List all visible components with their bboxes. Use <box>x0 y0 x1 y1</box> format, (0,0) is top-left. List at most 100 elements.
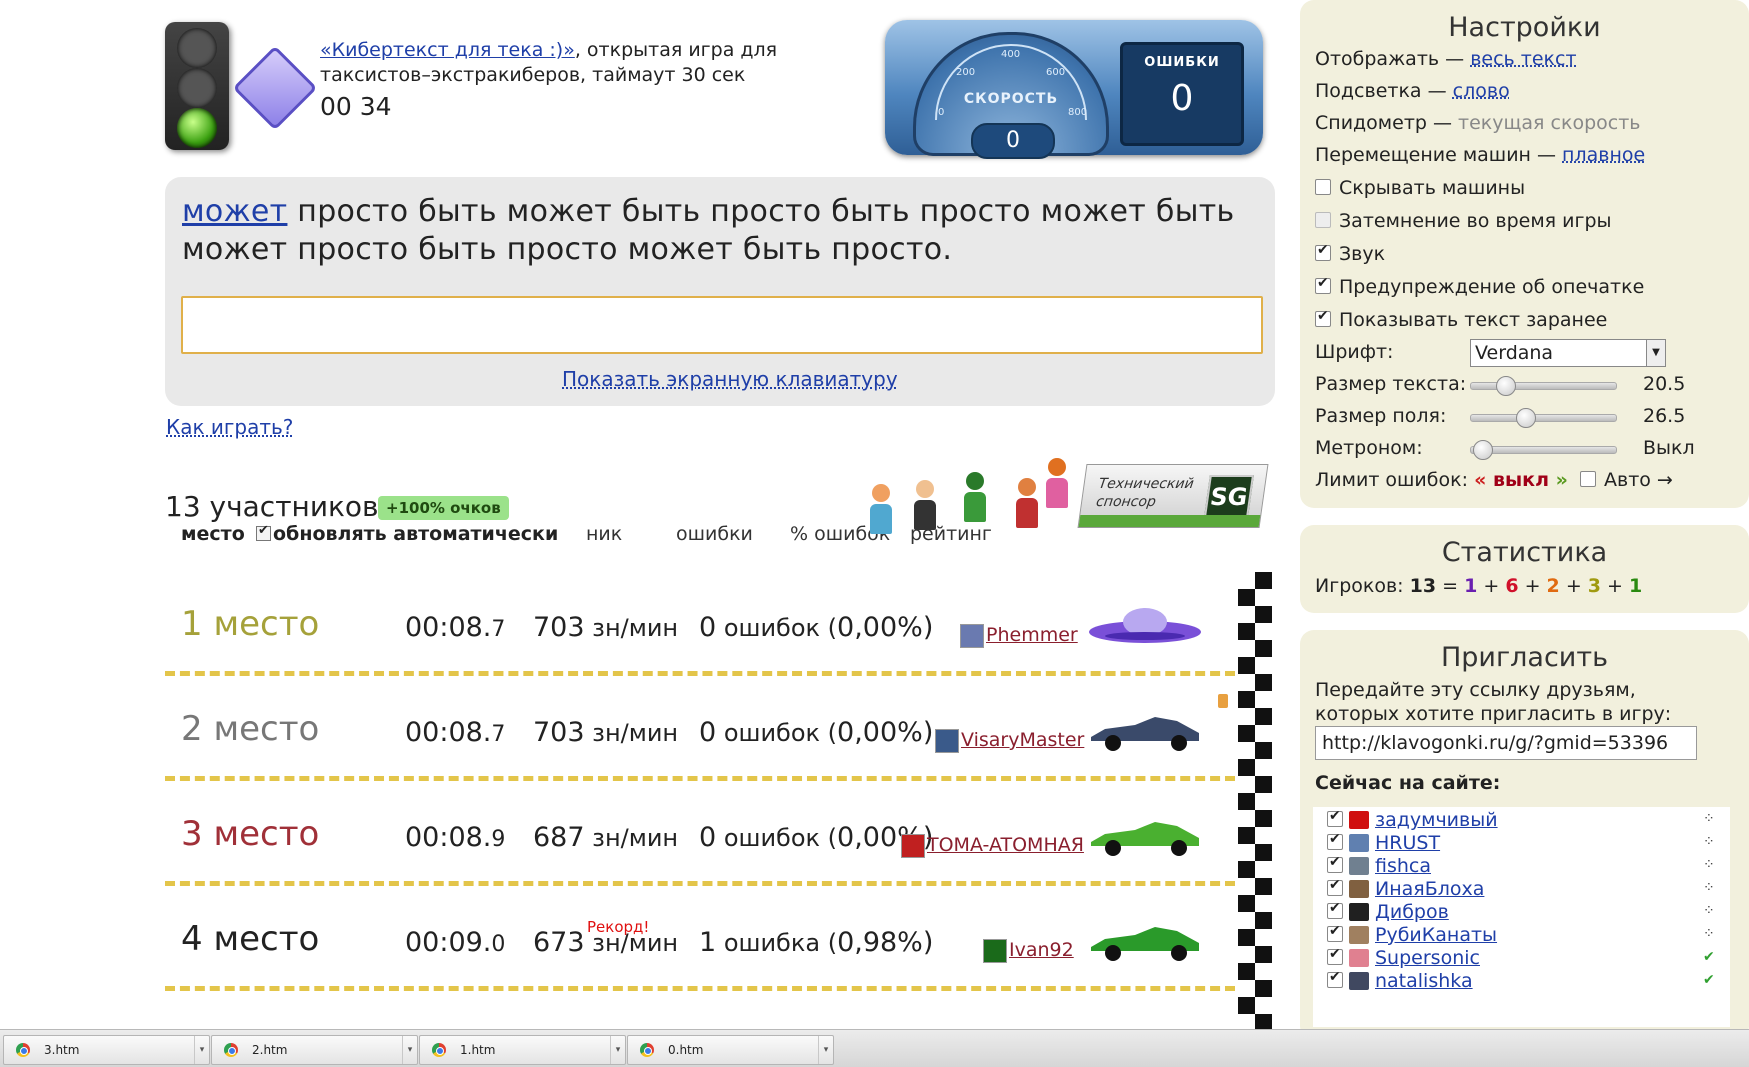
result-time: 00:08.7 <box>405 717 506 748</box>
speed-label: СКОРОСТЬ <box>963 91 1059 107</box>
result-speed: 687 зн/мин <box>533 822 679 853</box>
user-checkbox[interactable] <box>1327 831 1343 850</box>
player-nick-link[interactable]: VisaryMaster <box>961 729 1084 751</box>
result-time: 00:09.0 <box>405 927 506 958</box>
online-title: Сейчас на сайте: <box>1315 772 1501 794</box>
taskbar-tab[interactable]: 1.htm ▾ <box>419 1035 626 1065</box>
taskbar-tab[interactable]: 0.htm ▾ <box>627 1035 834 1065</box>
field-size-label: Размер поля: <box>1315 405 1447 427</box>
result-errors: 0 ошибок (0,00%) <box>699 717 934 748</box>
auto-update-checkbox[interactable] <box>256 523 271 541</box>
setting-sound[interactable]: Звук <box>1315 242 1385 265</box>
sponsor-line2: спонсор <box>1095 494 1157 510</box>
metronome-slider[interactable] <box>1470 440 1617 460</box>
display-value-link[interactable]: весь текст <box>1470 48 1576 70</box>
chevron-down-icon[interactable]: ▼ <box>1646 340 1665 366</box>
avatar[interactable] <box>983 939 1007 963</box>
game-title-link[interactable]: «Кибертекст для тека :)» <box>320 39 575 61</box>
how-to-play-link[interactable]: Как играть? <box>166 415 293 439</box>
setting-hide-cars[interactable]: Скрывать машины <box>1315 177 1525 199</box>
text-size-value: 20.5 <box>1643 373 1686 395</box>
cars-move-value-link[interactable]: плавное <box>1562 144 1645 166</box>
online-user-name[interactable]: РубиКанаты <box>1375 924 1497 946</box>
user-checkbox[interactable] <box>1327 923 1343 942</box>
online-user-name[interactable]: fishca <box>1375 855 1431 877</box>
sponsor-banner[interactable]: Технический спонсор SG <box>1077 464 1269 528</box>
chevron-down-icon[interactable]: ▾ <box>402 1036 417 1064</box>
speedometer-value[interactable]: текущая скорость <box>1458 112 1640 134</box>
typo-warning-checkbox[interactable] <box>1315 275 1331 294</box>
user-checkbox[interactable] <box>1327 969 1343 988</box>
taskbar: 3.htm ▾ 2.htm ▾ 1.htm ▾ 0.htm ▾ <box>0 1029 1749 1067</box>
online-user-name[interactable]: natalishka <box>1375 970 1473 992</box>
chevron-down-icon[interactable]: ▾ <box>610 1036 625 1064</box>
typing-input[interactable] <box>181 296 1263 354</box>
player-nick-link[interactable]: Ivan92 <box>1009 939 1074 961</box>
show-keyboard-link[interactable]: Показать экранную клавиатуру <box>562 367 898 391</box>
remaining-text: просто быть может быть просто быть прост… <box>182 194 1235 267</box>
result-errors: 0 ошибок (0,00%) <box>699 612 934 643</box>
online-user-item[interactable]: РубиКанаты <box>1327 923 1497 946</box>
user-checkbox[interactable] <box>1327 808 1343 827</box>
player-nick-link[interactable]: TOMA-ATOMHAЯ <box>927 834 1084 856</box>
online-user-item[interactable]: Supersonic <box>1327 946 1480 969</box>
avatar <box>1349 972 1369 990</box>
user-checkbox[interactable] <box>1327 854 1343 873</box>
user-checkbox[interactable] <box>1327 946 1343 965</box>
online-user-name[interactable]: HRUST <box>1375 832 1440 854</box>
row-divider <box>165 776 1235 781</box>
online-user-name[interactable]: Дибров <box>1375 901 1449 923</box>
hide-cars-checkbox[interactable] <box>1315 179 1331 195</box>
errors-label: ОШИБКИ <box>1144 55 1220 70</box>
metronome-value: Выкл <box>1643 437 1695 459</box>
settings-title: Настройки <box>1448 12 1601 43</box>
avatar[interactable] <box>960 624 984 648</box>
result-errors: 1 ошибка (0,98%) <box>699 927 934 958</box>
online-user-item[interactable]: HRUST <box>1327 831 1440 854</box>
font-select[interactable]: Verdana ▼ <box>1470 339 1666 367</box>
setting-dim[interactable]: Затемнение во время игры <box>1315 210 1612 232</box>
taskbar-tab[interactable]: 3.htm ▾ <box>3 1035 210 1065</box>
error-limit-row: Лимит ошибок: « выкл » Авто → <box>1315 469 1673 491</box>
chevron-down-icon[interactable]: ▾ <box>818 1036 833 1064</box>
setting-typo-warning[interactable]: Предупреждение об опечатке <box>1315 275 1644 298</box>
avatar[interactable] <box>901 834 925 858</box>
player-nick-link[interactable]: Phemmer <box>986 624 1078 646</box>
dim-checkbox[interactable] <box>1315 212 1331 228</box>
field-size-slider[interactable] <box>1470 408 1617 428</box>
auto-checkbox[interactable] <box>1580 471 1596 487</box>
slider-thumb[interactable] <box>1496 376 1516 396</box>
text-size-slider[interactable] <box>1470 376 1617 396</box>
highlight-value-link[interactable]: слово <box>1453 80 1510 102</box>
online-user-item[interactable]: fishca <box>1327 854 1431 877</box>
online-user-item[interactable]: Дибров <box>1327 900 1449 923</box>
taskbar-tab-label: 2.htm <box>252 1043 288 1057</box>
online-user-name[interactable]: Supersonic <box>1375 947 1480 969</box>
avatar <box>1349 949 1369 967</box>
typing-text: может просто быть может быть просто быть… <box>182 193 1262 269</box>
speed-value: 0 <box>971 123 1055 159</box>
user-checkbox[interactable] <box>1327 900 1343 919</box>
online-user-item[interactable]: ИнаяБлоха <box>1327 877 1484 900</box>
user-checkbox[interactable] <box>1327 877 1343 896</box>
slider-thumb[interactable] <box>1473 440 1493 460</box>
online-user-name[interactable]: задумчивый <box>1375 809 1498 831</box>
bonus-badge: +100% очков <box>378 496 509 520</box>
invite-url-field[interactable]: http://klavogonki.ru/g/?gmid=53396 <box>1315 726 1697 760</box>
avatar[interactable] <box>935 729 959 753</box>
sound-checkbox[interactable] <box>1315 242 1331 261</box>
show-text-checkbox[interactable] <box>1315 308 1331 327</box>
online-user-item[interactable]: natalishka <box>1327 969 1473 992</box>
slider-thumb[interactable] <box>1516 408 1536 428</box>
result-place: 1 место <box>181 604 320 644</box>
taskbar-tab[interactable]: 2.htm ▾ <box>211 1035 418 1065</box>
online-user-name[interactable]: ИнаяБлоха <box>1375 878 1484 900</box>
setting-show-text[interactable]: Показывать текст заранее <box>1315 308 1607 331</box>
auto-update-toggle[interactable]: обновлять автоматически <box>256 523 558 545</box>
text-size-label: Размер текста: <box>1315 373 1467 395</box>
online-user-item[interactable]: задумчивый <box>1327 808 1498 831</box>
error-limit-value[interactable]: « выкл » <box>1474 469 1568 491</box>
chevron-down-icon[interactable]: ▾ <box>194 1036 209 1064</box>
settings-card: Настройки Отображать — весь текст Подсве… <box>1300 0 1749 508</box>
traffic-light-red <box>177 28 217 68</box>
